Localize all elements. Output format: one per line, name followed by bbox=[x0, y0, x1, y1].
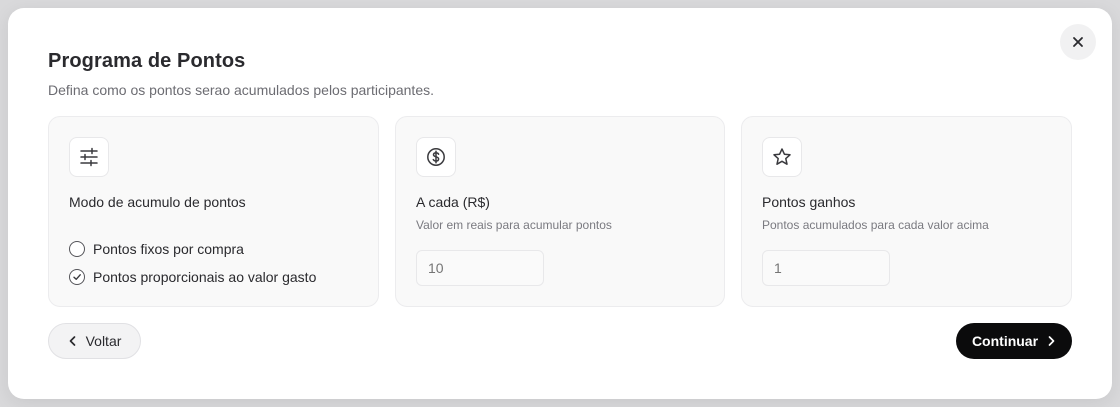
chevron-left-icon bbox=[69, 336, 75, 346]
points-card-title: Pontos ganhos bbox=[762, 194, 856, 210]
points-input[interactable] bbox=[762, 250, 890, 286]
dollar-circle-icon bbox=[427, 148, 445, 166]
amount-input[interactable] bbox=[416, 250, 544, 286]
radio-proportional-points[interactable]: Pontos proporcionais ao valor gasto bbox=[69, 269, 316, 285]
accumulation-mode-card: Modo de acumulo de pontos Pontos fixos p… bbox=[48, 116, 379, 307]
radio-label: Pontos proporcionais ao valor gasto bbox=[93, 269, 317, 285]
radio-unchecked-icon[interactable] bbox=[69, 241, 85, 257]
radio-checked-icon[interactable] bbox=[69, 269, 85, 285]
sliders-icon bbox=[80, 147, 98, 167]
modal-subtitle: Defina como os pontos serao acumulados p… bbox=[48, 82, 434, 98]
radio-fixed-points[interactable]: Pontos fixos por compra bbox=[69, 241, 244, 257]
mode-icon-box bbox=[69, 137, 109, 177]
points-icon-box bbox=[762, 137, 802, 177]
points-program-modal: Programa de Pontos Defina como os pontos… bbox=[8, 8, 1112, 399]
points-card: Pontos ganhos Pontos acumulados para cad… bbox=[741, 116, 1072, 307]
mode-card-title: Modo de acumulo de pontos bbox=[69, 194, 246, 210]
close-button[interactable] bbox=[1060, 24, 1096, 60]
chevron-right-icon bbox=[1048, 336, 1055, 346]
star-icon bbox=[773, 148, 791, 165]
continue-button[interactable]: Continuar bbox=[956, 323, 1072, 359]
amount-card-description: Valor em reais para acumular pontos bbox=[416, 218, 612, 232]
points-card-description: Pontos acumulados para cada valor acima bbox=[762, 218, 989, 232]
amount-card-title: A cada (R$) bbox=[416, 194, 490, 210]
radio-label: Pontos fixos por compra bbox=[93, 241, 244, 257]
check-icon bbox=[73, 274, 81, 280]
continue-button-label: Continuar bbox=[971, 333, 1039, 349]
back-button-label: Voltar bbox=[85, 333, 122, 349]
amount-card: A cada (R$) Valor em reais para acumular… bbox=[395, 116, 725, 307]
back-button[interactable]: Voltar bbox=[48, 323, 141, 359]
modal-title: Programa de Pontos bbox=[48, 50, 246, 72]
amount-icon-box bbox=[416, 137, 456, 177]
close-icon bbox=[1073, 37, 1083, 47]
